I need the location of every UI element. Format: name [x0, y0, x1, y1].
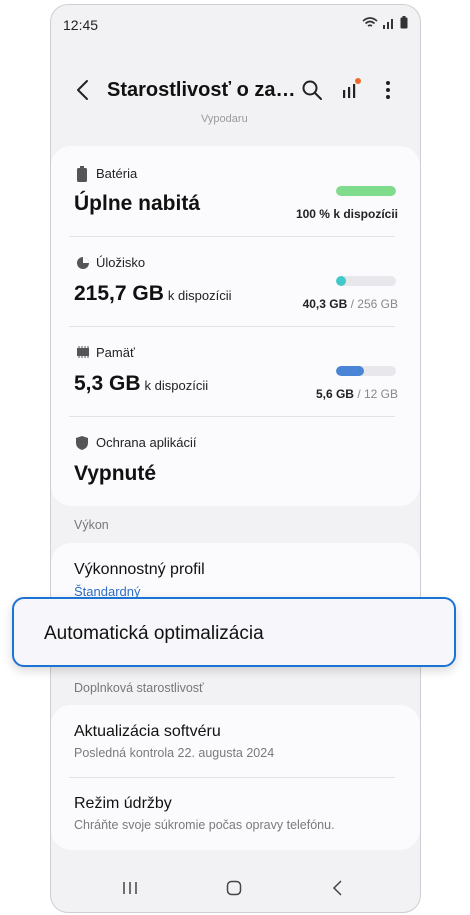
app-bar: Starostlivosť o za…: [51, 69, 420, 113]
home-icon[interactable]: [225, 879, 243, 897]
divider: [69, 326, 395, 327]
diagnostics-icon[interactable]: [340, 77, 364, 101]
app-protection-item[interactable]: Ochrana aplikácií Vypnuté: [51, 434, 420, 494]
memory-usage: 5,6 GB / 12 GB: [316, 387, 398, 401]
battery-icon: [77, 166, 87, 182]
divider: [69, 416, 395, 417]
memory-amount: 5,3 GB: [74, 372, 141, 395]
memory-label: Pamäť: [96, 345, 135, 360]
status-icons: [362, 16, 408, 29]
page-title: Starostlivosť o za…: [107, 79, 296, 101]
memory-used: 5,6 GB: [315, 387, 354, 401]
battery-bar-fill: [336, 186, 396, 196]
app-protection-label: Ochrana aplikácií: [96, 435, 197, 450]
storage-amount: 215,7 GB: [74, 282, 164, 305]
battery-label: Batéria: [96, 166, 138, 181]
recent-apps-icon[interactable]: [121, 879, 139, 897]
scrolled-text: Vypodaru: [201, 113, 248, 125]
back-nav-icon[interactable]: [329, 879, 347, 897]
shield-icon: [76, 436, 88, 450]
memory-bar: [336, 366, 396, 376]
app-protection-value: Vypnuté: [74, 462, 157, 485]
signal-icon: [383, 18, 393, 29]
search-icon[interactable]: [301, 79, 323, 101]
storage-bar: [336, 276, 396, 286]
software-update-title: Aktualizácia softvéru: [74, 723, 221, 740]
storage-used: 40,3 GB: [302, 297, 348, 311]
memory-chip-icon: [77, 346, 89, 358]
auto-optimization-item[interactable]: Automatická optimalizácia: [12, 597, 456, 667]
storage-item[interactable]: Úložisko 215,7 GB k dispozícii 40,3 GB / …: [51, 254, 420, 326]
battery-detail: 100 % k dispozícii: [295, 207, 398, 221]
storage-unit: k dispozícii: [167, 288, 232, 303]
extra-care-card: Aktualizácia softvéru Posledná kontrola …: [51, 705, 420, 850]
more-options-icon[interactable]: [384, 79, 392, 101]
storage-bar-fill: [336, 276, 346, 286]
divider: [69, 777, 395, 778]
memory-bar-fill: [336, 366, 365, 376]
section-header-extra-care: Doplnková starostlivosť: [74, 681, 204, 695]
battery-bar: [336, 186, 396, 196]
back-arrow-icon[interactable]: [71, 77, 97, 103]
status-card: Batéria Úplne nabitá 100 % k dispozícii …: [51, 146, 420, 506]
memory-value: 5,3 GB k dispozícii: [74, 372, 208, 396]
status-time: 12:45: [63, 17, 99, 33]
section-header-performance: Výkon: [74, 518, 109, 532]
storage-value: 215,7 GB k dispozícii: [74, 282, 231, 306]
storage-usage: 40,3 GB / 256 GB: [303, 297, 398, 311]
maintenance-mode-subtitle: Chráňte svoje súkromie počas opravy tele…: [74, 818, 335, 832]
maintenance-mode-title: Režim údržby: [74, 795, 172, 812]
battery-item[interactable]: Batéria Úplne nabitá 100 % k dispozícii: [51, 164, 420, 236]
divider: [69, 236, 395, 237]
status-bar: 12:45: [51, 5, 420, 45]
pie-chart-icon: [77, 257, 89, 269]
software-update-subtitle: Posledná kontrola 22. augusta 2024: [74, 746, 275, 760]
storage-label: Úložisko: [96, 255, 146, 270]
memory-unit: k dispozícii: [144, 378, 209, 393]
memory-total: / 12 GB: [357, 387, 398, 401]
performance-profile-title: Výkonnostný profil: [74, 561, 205, 578]
memory-item[interactable]: Pamäť 5,3 GB k dispozícii 5,6 GB / 12 GB: [51, 344, 420, 416]
phone-screen: 12:45 Starostlivosť o za… Vypodaru Batér…: [50, 4, 421, 913]
battery-status-icon: [400, 16, 408, 29]
wifi-icon: [362, 16, 378, 27]
battery-value: Úplne nabitá: [74, 192, 201, 215]
navigation-bar: [51, 873, 420, 911]
auto-optimization-label: Automatická optimalizácia: [44, 623, 264, 644]
storage-total: / 256 GB: [350, 297, 398, 311]
